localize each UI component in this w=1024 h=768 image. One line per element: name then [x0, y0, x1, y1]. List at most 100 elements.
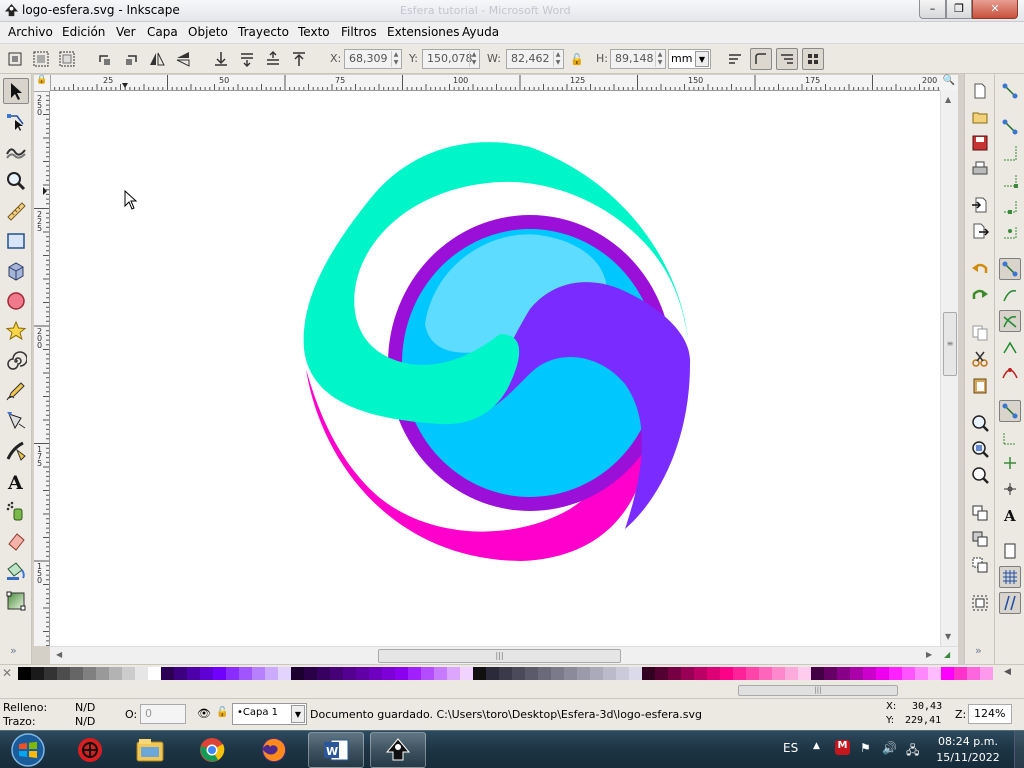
- palette-swatch[interactable]: [707, 667, 720, 680]
- palette-swatch[interactable]: [733, 667, 746, 680]
- language-indicator[interactable]: ES: [783, 741, 798, 755]
- calligraphy-tool-icon[interactable]: [3, 438, 29, 464]
- snap-bbox-corner-icon[interactable]: [999, 168, 1021, 190]
- snap-object-midpoint-icon[interactable]: [999, 426, 1021, 448]
- commands-more-icon[interactable]: »: [975, 644, 982, 657]
- select-all-layers-icon[interactable]: [30, 48, 52, 70]
- taskbar-explorer-icon[interactable]: [122, 732, 178, 768]
- volume-icon[interactable]: 🔊: [882, 741, 897, 755]
- palette-swatch[interactable]: [447, 667, 460, 680]
- flag-tray-icon[interactable]: ⚑: [860, 741, 871, 755]
- palette-swatch[interactable]: [18, 667, 31, 680]
- palette-swatch[interactable]: [577, 667, 590, 680]
- palette-swatch[interactable]: [720, 667, 733, 680]
- sphere-logo-artwork[interactable]: [300, 139, 700, 569]
- palette-swatch[interactable]: [798, 667, 811, 680]
- rotate-cw-icon[interactable]: [120, 48, 142, 70]
- palette-swatch[interactable]: [538, 667, 551, 680]
- copy-icon[interactable]: [969, 322, 991, 344]
- palette-swatch[interactable]: [564, 667, 577, 680]
- palette-swatch[interactable]: [655, 667, 668, 680]
- palette-swatch[interactable]: [941, 667, 954, 680]
- lock-proportion-icon[interactable]: 🔓: [566, 48, 588, 70]
- snap-intersections-icon[interactable]: [999, 310, 1021, 332]
- menu-ayuda[interactable]: Ayuda: [462, 25, 499, 39]
- palette-swatch[interactable]: [668, 667, 681, 680]
- tweak-tool-icon[interactable]: [3, 138, 29, 164]
- drawing-canvas[interactable]: [50, 91, 940, 646]
- clock[interactable]: 08:24 p.m. 15/11/2022: [928, 734, 1008, 766]
- palette-swatch[interactable]: [421, 667, 434, 680]
- export-icon[interactable]: [969, 220, 991, 242]
- network-icon[interactable]: 🖧: [906, 741, 919, 762]
- snap-object-center-icon[interactable]: [999, 452, 1021, 474]
- palette-swatch[interactable]: [70, 667, 83, 680]
- chevron-down-icon[interactable]: ▼: [291, 705, 305, 723]
- palette-swatch[interactable]: [31, 667, 44, 680]
- toolbox-more-icon[interactable]: »: [10, 644, 17, 657]
- scale-corners-icon[interactable]: [750, 48, 772, 70]
- snap-bbox-icon[interactable]: [999, 116, 1021, 138]
- palette-swatch[interactable]: [174, 667, 187, 680]
- palette-swatch[interactable]: [902, 667, 915, 680]
- palette-swatch[interactable]: [889, 667, 902, 680]
- taskbar-word-icon[interactable]: W: [308, 732, 364, 768]
- palette-swatch[interactable]: [109, 667, 122, 680]
- pen-tool-icon[interactable]: [3, 408, 29, 434]
- x-spinner-icon[interactable]: ▲ ▼: [391, 51, 400, 67]
- scroll-right-icon[interactable]: ▶: [926, 650, 932, 659]
- flip-vertical-icon[interactable]: [172, 48, 194, 70]
- menu-objeto[interactable]: Objeto: [188, 25, 228, 39]
- scroll-up-icon[interactable]: ▲: [945, 95, 951, 104]
- snap-toggle-icon[interactable]: [999, 80, 1021, 102]
- menu-ver[interactable]: Ver: [116, 25, 136, 39]
- cut-icon[interactable]: [969, 348, 991, 370]
- spiral-tool-icon[interactable]: [3, 348, 29, 374]
- width-field[interactable]: 82,462 ▲ ▼: [506, 49, 564, 69]
- palette-swatch[interactable]: [148, 667, 161, 680]
- unit-select[interactable]: mm ▼: [668, 49, 711, 69]
- palette-swatch[interactable]: [967, 667, 980, 680]
- fill-value[interactable]: N/D: [75, 701, 95, 714]
- redo-icon[interactable]: [969, 284, 991, 306]
- palette-swatch[interactable]: [135, 667, 148, 680]
- minimize-button[interactable]: –: [919, 0, 946, 19]
- maximize-button[interactable]: ❐: [946, 0, 972, 19]
- menu-edicion[interactable]: Edición: [62, 25, 105, 39]
- snap-paths-icon[interactable]: [999, 284, 1021, 306]
- palette-swatch[interactable]: [122, 667, 135, 680]
- x-field[interactable]: 68,309 ▲ ▼: [344, 49, 402, 69]
- palette-swatch[interactable]: [408, 667, 421, 680]
- palette-swatch[interactable]: [486, 667, 499, 680]
- antivirus-tray-icon[interactable]: M: [835, 740, 850, 755]
- spray-tool-icon[interactable]: [3, 498, 29, 524]
- save-icon[interactable]: [969, 132, 991, 154]
- close-button[interactable]: ✕: [972, 0, 1018, 19]
- palette-swatch[interactable]: [746, 667, 759, 680]
- palette-swatch[interactable]: [525, 667, 538, 680]
- palette-swatch[interactable]: [837, 667, 850, 680]
- deselect-icon[interactable]: [56, 48, 78, 70]
- palette-swatch[interactable]: [785, 667, 798, 680]
- snap-page-border-icon[interactable]: [999, 540, 1021, 562]
- palette-swatch[interactable]: [824, 667, 837, 680]
- show-hidden-icons-icon[interactable]: ▲: [813, 741, 820, 751]
- palette-scroll-thumb[interactable]: |||: [738, 685, 898, 696]
- zoom-corner-icon[interactable]: 🔍: [940, 75, 958, 91]
- rectangle-tool-icon[interactable]: [3, 228, 29, 254]
- palette-swatch[interactable]: [642, 667, 655, 680]
- palette-swatch[interactable]: [343, 667, 356, 680]
- layer-select[interactable]: •Capa 1 ▼: [232, 703, 307, 725]
- zoom-drawing-icon[interactable]: [969, 438, 991, 460]
- palette-swatch[interactable]: [850, 667, 863, 680]
- raise-icon[interactable]: [262, 48, 284, 70]
- transform-gradients-icon[interactable]: [776, 48, 798, 70]
- paint-bucket-tool-icon[interactable]: [3, 558, 29, 584]
- palette-swatch[interactable]: [928, 667, 941, 680]
- chevron-down-icon[interactable]: ▼: [695, 51, 709, 67]
- palette-swatch[interactable]: [304, 667, 317, 680]
- palette-swatch[interactable]: [226, 667, 239, 680]
- palette-swatch[interactable]: [915, 667, 928, 680]
- scale-stroke-icon[interactable]: [724, 48, 746, 70]
- transform-patterns-icon[interactable]: [802, 48, 824, 70]
